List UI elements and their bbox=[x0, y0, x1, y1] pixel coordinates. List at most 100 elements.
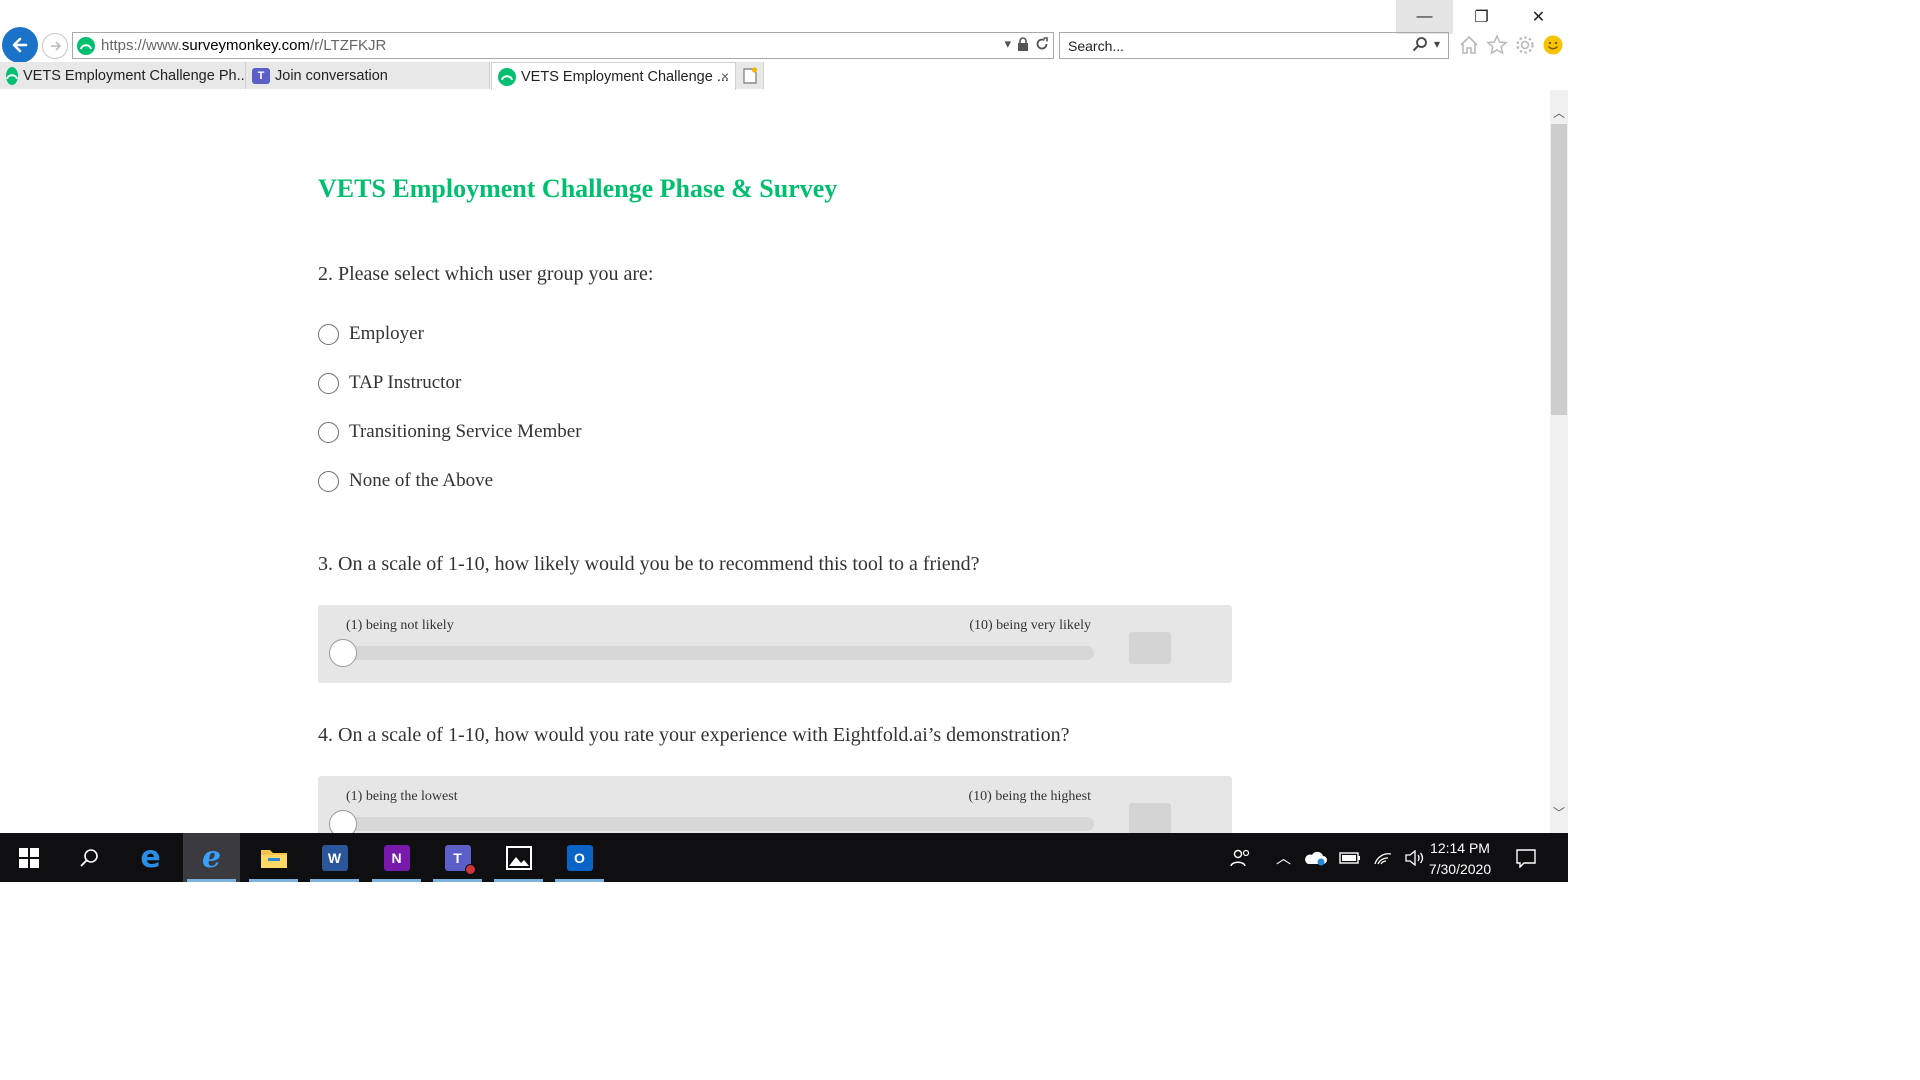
people-button[interactable] bbox=[1230, 833, 1252, 882]
vertical-scrollbar[interactable]: ︿ ﹀ bbox=[1550, 90, 1568, 833]
refresh-icon[interactable] bbox=[1035, 37, 1049, 51]
slider-handle[interactable] bbox=[329, 639, 357, 667]
tab-label: VETS Employment Challenge ... bbox=[521, 68, 729, 85]
clock-time: 12:14 PM bbox=[1430, 840, 1490, 856]
slider-value-box bbox=[1129, 632, 1171, 664]
feedback-smiley-icon[interactable] bbox=[1542, 34, 1564, 56]
option-employer[interactable]: Employer bbox=[318, 322, 424, 346]
tab-vets-active[interactable]: VETS Employment Challenge ... × bbox=[491, 62, 736, 90]
minimize-button[interactable]: — bbox=[1396, 0, 1453, 34]
search-icon bbox=[79, 848, 98, 867]
taskbar-edge[interactable]: e bbox=[122, 833, 179, 882]
action-center-button[interactable] bbox=[1515, 833, 1537, 882]
radio-button[interactable] bbox=[318, 323, 339, 345]
option-label[interactable]: Employer bbox=[349, 323, 424, 345]
lock-icon[interactable] bbox=[1017, 37, 1029, 51]
taskbar-internet-explorer[interactable]: e bbox=[183, 833, 240, 882]
slider-handle[interactable] bbox=[329, 810, 357, 833]
show-hidden-icons-icon[interactable]: ︿ bbox=[1276, 847, 1291, 868]
active-app-indicator bbox=[187, 879, 236, 882]
slider-low-label: (1) being not likely bbox=[346, 618, 454, 633]
tab-label: Join conversation bbox=[275, 67, 388, 84]
word-icon: W bbox=[321, 844, 348, 871]
address-bar[interactable]: https://www.surveymonkey.com/r/LTZFKJR ▾ bbox=[72, 32, 1054, 59]
taskbar-clock[interactable]: 12:14 PM 7/30/2020 bbox=[1410, 838, 1510, 880]
battery-icon[interactable] bbox=[1339, 851, 1361, 865]
slider-track[interactable] bbox=[342, 646, 1094, 660]
url-path: /r/LTZFKJR bbox=[309, 37, 387, 54]
url-text[interactable]: https://www.surveymonkey.com/r/LTZFKJR bbox=[101, 37, 386, 54]
onedrive-cloud-icon[interactable] bbox=[1303, 850, 1328, 866]
outlook-icon: O bbox=[566, 844, 593, 871]
option-label[interactable]: Transitioning Service Member bbox=[349, 421, 582, 443]
search-box[interactable]: Search... ▾ bbox=[1059, 32, 1449, 59]
radio-button[interactable] bbox=[318, 372, 339, 394]
scroll-up-icon[interactable]: ︿ bbox=[1553, 104, 1565, 121]
url-scheme: https:// bbox=[101, 37, 147, 54]
search-dropdown-icon[interactable]: ▾ bbox=[1434, 37, 1440, 51]
dropdown-arrow-icon[interactable]: ▾ bbox=[1004, 36, 1011, 52]
taskbar-teams[interactable]: T bbox=[429, 833, 486, 882]
running-app-indicator bbox=[310, 879, 359, 882]
folder-icon bbox=[260, 849, 287, 868]
tab-vets-1[interactable]: VETS Employment Challenge Ph... bbox=[0, 62, 246, 89]
close-window-button[interactable]: ✕ bbox=[1510, 0, 1567, 34]
q3-slider-panel: (1) being not likely (10) being very lik… bbox=[318, 605, 1232, 683]
option-none-of-the-above[interactable]: None of the Above bbox=[318, 469, 493, 493]
taskbar-onenote[interactable]: N bbox=[368, 833, 425, 882]
slider-low-label: (1) being the lowest bbox=[346, 789, 458, 804]
taskbar-search-button[interactable] bbox=[60, 833, 117, 882]
wifi-icon[interactable] bbox=[1373, 850, 1393, 866]
start-button[interactable] bbox=[0, 833, 57, 882]
option-label[interactable]: TAP Instructor bbox=[349, 372, 461, 394]
scrollbar-thumb[interactable] bbox=[1551, 124, 1567, 415]
tab-join-conversation[interactable]: T Join conversation bbox=[246, 62, 490, 89]
teams-icon: T bbox=[444, 844, 476, 875]
running-app-indicator bbox=[555, 879, 604, 882]
slider-high-label: (10) being very likely bbox=[969, 618, 1091, 633]
windows-logo-icon bbox=[18, 847, 39, 868]
option-transitioning-service-member[interactable]: Transitioning Service Member bbox=[318, 420, 582, 444]
forward-arrow-icon bbox=[51, 41, 62, 51]
back-arrow-icon bbox=[12, 37, 28, 53]
option-label[interactable]: None of the Above bbox=[349, 470, 493, 492]
survey-title: VETS Employment Challenge Phase & Survey bbox=[318, 174, 838, 203]
option-tap-instructor[interactable]: TAP Instructor bbox=[318, 371, 461, 395]
new-tab-icon bbox=[742, 67, 757, 84]
forward-button[interactable] bbox=[42, 33, 68, 59]
scroll-down-icon[interactable]: ﹀ bbox=[1553, 804, 1565, 821]
slider-value-box bbox=[1129, 803, 1171, 833]
notification-badge-icon bbox=[464, 863, 476, 875]
gear-icon[interactable] bbox=[1514, 34, 1536, 56]
back-button[interactable] bbox=[2, 27, 38, 63]
taskbar-word[interactable]: W bbox=[306, 833, 363, 882]
search-icon[interactable] bbox=[1412, 36, 1428, 52]
internet-explorer-icon: e bbox=[201, 840, 222, 875]
question-3: 3. On a scale of 1-10, how likely would … bbox=[318, 553, 980, 575]
url-host: surveymonkey.com bbox=[181, 37, 310, 54]
tab-label: VETS Employment Challenge Ph... bbox=[23, 67, 246, 84]
favorites-star-icon[interactable] bbox=[1486, 34, 1508, 56]
radio-button[interactable] bbox=[318, 421, 339, 443]
taskbar-outlook[interactable]: O bbox=[551, 833, 608, 882]
taskbar-photos[interactable] bbox=[490, 833, 547, 882]
survey-page: VETS Employment Challenge Phase & Survey… bbox=[0, 90, 1550, 833]
close-tab-icon[interactable]: × bbox=[721, 68, 729, 84]
browser-top-bar: — ❐ ✕ https://www.surveymonkey.com/r/LTZ… bbox=[0, 0, 1568, 63]
onenote-icon: N bbox=[383, 844, 410, 871]
running-app-indicator bbox=[433, 879, 482, 882]
taskbar: e e W N T O ︿ 12:14 PM 7/30/2020 bbox=[0, 833, 1568, 882]
taskbar-file-explorer[interactable] bbox=[245, 833, 302, 882]
radio-button[interactable] bbox=[318, 470, 339, 492]
restore-button[interactable]: ❐ bbox=[1453, 0, 1510, 34]
running-app-indicator bbox=[249, 879, 298, 882]
edge-icon: e bbox=[140, 840, 161, 875]
surveymonkey-icon bbox=[6, 66, 18, 85]
slider-track[interactable] bbox=[342, 817, 1094, 831]
tab-bar: VETS Employment Challenge Ph... T Join c… bbox=[0, 62, 1568, 90]
question-4: 4. On a scale of 1-10, how would you rat… bbox=[318, 724, 1070, 746]
home-icon[interactable] bbox=[1458, 34, 1480, 56]
search-placeholder: Search... bbox=[1068, 38, 1125, 54]
system-tray: ︿ bbox=[1276, 833, 1425, 882]
new-tab-button[interactable] bbox=[736, 62, 764, 89]
